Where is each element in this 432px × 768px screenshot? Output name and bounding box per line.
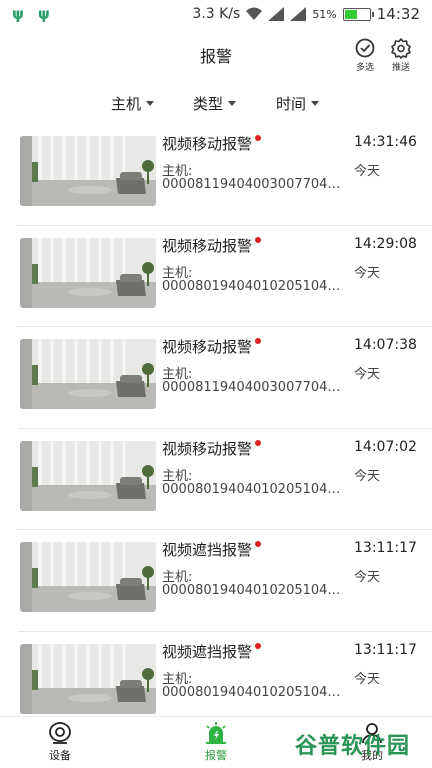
camera-icon (49, 722, 71, 744)
alarm-snapshot-image (20, 136, 156, 206)
filter-time[interactable]: 时间 (276, 93, 320, 114)
alarm-list-item[interactable]: 视频遮挡报警 主机: 00008019404010205104672 13:11:17… (18, 530, 432, 632)
alarm-snapshot-image (20, 237, 156, 308)
alarm-type: 视频遮挡报警 (162, 541, 253, 559)
host-id: 00008019404010205104672 (162, 684, 342, 700)
alarm-time: 14:29:08 (354, 235, 417, 252)
alarm-time: 14:07:02 (354, 438, 417, 455)
caret-down-icon (311, 101, 320, 106)
battery-percent: 51% (312, 7, 337, 21)
unread-dot (255, 642, 261, 649)
alarm-list-item[interactable]: 视频移动报警 主机: 00008119404003007704212 14:07:38… (18, 327, 432, 429)
alarm-list: 视频移动报警 主机: 00008119404003007704212 14:31:46… (0, 124, 432, 733)
host-id: 00008119404003007704212 (162, 380, 342, 395)
alarm-light-icon (206, 722, 226, 744)
push-settings-button[interactable]: 推送 (386, 37, 416, 73)
alarm-type: 视频移动报警 (162, 236, 253, 255)
alarm-thumbnail[interactable] (20, 542, 156, 612)
unread-dot (255, 439, 261, 446)
alarm-thumbnail[interactable] (20, 339, 156, 409)
network-speed: 3.3 K/s (192, 6, 241, 22)
alarm-thumbnail[interactable] (20, 643, 156, 714)
caret-down-icon (146, 101, 155, 106)
signal-2-icon (290, 7, 307, 21)
battery-fill (344, 9, 357, 19)
alarm-day: 今天 (354, 671, 381, 687)
usb-icon: ψ (12, 5, 24, 23)
multi-select-button[interactable]: 多选 (350, 37, 380, 73)
watermark: 谷普软件园 (295, 734, 411, 759)
alarm-day: 今天 (354, 164, 381, 179)
alarm-time: 14:07:38 (354, 337, 417, 353)
unread-dot (255, 338, 261, 344)
alarm-day: 今天 (354, 367, 381, 382)
alarm-time: 14:31:46 (354, 134, 417, 150)
host-id: 00008019404010205104672 (162, 583, 342, 598)
alarm-thumbnail[interactable] (20, 237, 156, 308)
battery-icon (342, 7, 374, 21)
alarm-snapshot-image (20, 339, 156, 409)
alarm-type: 视频移动报警 (162, 439, 253, 458)
filter-host[interactable]: 主机 (111, 93, 155, 114)
alarm-thumbnail[interactable] (20, 136, 156, 206)
alarm-thumbnail[interactable] (20, 440, 156, 511)
signal-icon (268, 7, 285, 21)
filter-type-label: 类型 (193, 95, 224, 113)
alarm-type: 视频移动报警 (162, 135, 253, 153)
alarm-day: 今天 (354, 570, 381, 585)
alarm-day: 今天 (354, 265, 381, 281)
nav-devices-label: 设备 (49, 749, 71, 762)
filter-bar: 主机 类型 时间 (0, 88, 432, 118)
clock: 14:32 (376, 5, 420, 23)
alarm-list-item[interactable]: 视频移动报警 主机: 00008119404003007704212 14:31:46… (18, 124, 432, 226)
status-bar: ψ ψ 3.3 K/s 51% 14:32 (0, 0, 432, 28)
alarm-snapshot-image (20, 643, 156, 714)
unread-dot (255, 236, 261, 243)
alarm-time: 13:11:17 (354, 540, 417, 556)
alarm-type: 视频移动报警 (162, 338, 253, 356)
check-circle-icon (355, 38, 375, 58)
filter-host-label: 主机 (111, 95, 142, 113)
nav-alarm[interactable]: 报警 (186, 721, 246, 763)
alarm-type: 视频遮挡报警 (162, 642, 253, 661)
alarm-time: 13:11:17 (354, 641, 417, 658)
wifi-icon (246, 7, 263, 20)
unread-dot (255, 135, 261, 141)
push-label: 推送 (391, 63, 410, 73)
nav-devices[interactable]: 设备 (30, 721, 90, 763)
alarm-snapshot-image (20, 440, 156, 511)
filter-time-label: 时间 (276, 95, 307, 113)
caret-down-icon (228, 101, 237, 106)
alarm-list-item[interactable]: 视频移动报警 主机: 00008019404010205104672 14:07:02… (18, 429, 432, 530)
app-header: 报警 多选 推送 (0, 28, 432, 78)
gear-icon (391, 38, 411, 59)
usb-debug-icon: ψ (37, 5, 50, 23)
multi-select-label: 多选 (355, 63, 374, 73)
filter-type[interactable]: 类型 (193, 93, 237, 114)
unread-dot (255, 541, 261, 547)
alarm-day: 今天 (354, 468, 381, 484)
host-id: 00008019404010205104672 (162, 278, 342, 294)
alarm-list-item[interactable]: 视频移动报警 主机: 00008019404010205104672 14:29:08… (18, 226, 432, 327)
nav-alarm-label: 报警 (205, 749, 227, 762)
host-id: 00008119404003007704212 (162, 177, 342, 192)
alarm-snapshot-image (20, 542, 156, 612)
host-id: 00008019404010205104672 (162, 481, 342, 497)
